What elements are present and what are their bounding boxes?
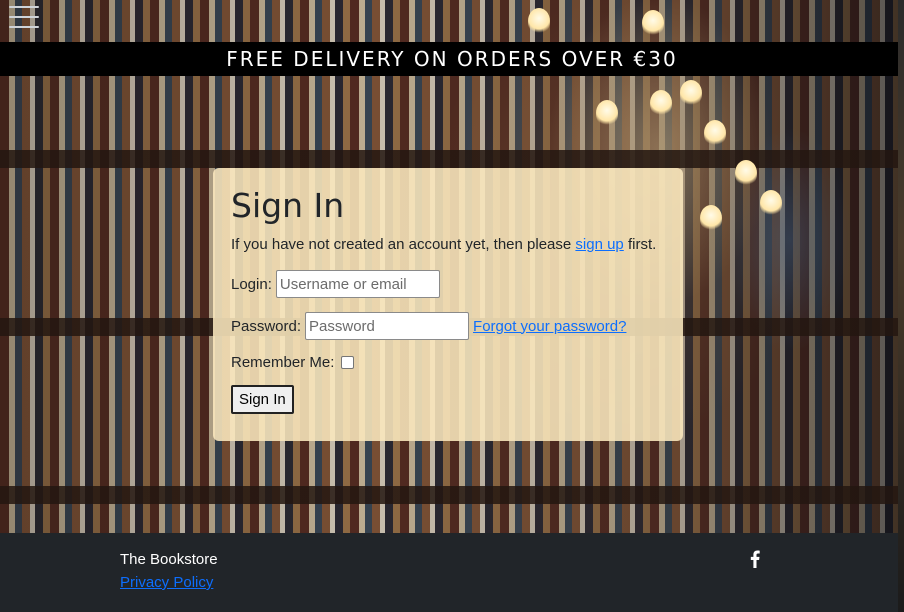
login-label: Login: [231, 275, 272, 293]
light-bulb-decoration [735, 160, 757, 186]
hamburger-menu-icon[interactable] [9, 6, 39, 28]
footer-brand: The Bookstore [120, 551, 218, 568]
remember-row: Remember Me: [231, 354, 665, 371]
light-bulb-decoration [700, 205, 722, 231]
light-bulb-decoration [760, 190, 782, 216]
delivery-banner-text: FREE DELIVERY ON ORDERS OVER €30 [226, 47, 678, 71]
light-bulb-decoration [642, 10, 664, 36]
remember-label: Remember Me: [231, 354, 335, 371]
signup-intro: If you have not created an account yet, … [231, 236, 665, 254]
page-title: Sign In [231, 186, 345, 225]
light-bulb-decoration [680, 80, 702, 106]
intro-text-after: first. [623, 236, 657, 253]
intro-text-before: If you have not created an account yet, … [231, 236, 576, 253]
remember-checkbox[interactable] [341, 356, 355, 369]
submit-row: Sign In [231, 385, 665, 414]
light-bulb-decoration [704, 120, 726, 146]
signup-link[interactable]: sign up [575, 236, 623, 253]
footer: The Bookstore Privacy Policy [0, 533, 904, 612]
window-edge [898, 0, 904, 612]
top-nav [0, 0, 50, 42]
signin-card: Sign In If you have not created an accou… [213, 168, 683, 441]
password-input[interactable] [305, 312, 470, 340]
delivery-banner: FREE DELIVERY ON ORDERS OVER €30 [0, 42, 904, 76]
facebook-icon[interactable] [748, 550, 762, 568]
login-input[interactable] [275, 270, 440, 298]
privacy-policy-link[interactable]: Privacy Policy [120, 574, 213, 591]
light-bulb-decoration [528, 8, 550, 34]
signin-button[interactable]: Sign In [231, 385, 294, 414]
light-bulb-decoration [596, 100, 618, 126]
light-bulb-decoration [650, 90, 672, 116]
password-label: Password: [231, 317, 302, 335]
password-row: Password: Forgot your password? [231, 312, 665, 340]
login-row: Login: [231, 270, 665, 298]
forgot-password-link[interactable]: Forgot your password? [473, 318, 626, 335]
